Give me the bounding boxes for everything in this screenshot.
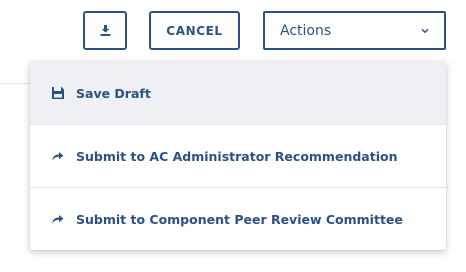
menu-item-label: Submit to AC Administrator Recommendatio… (76, 148, 398, 164)
menu-item-label: Submit to Component Peer Review Committe… (76, 211, 403, 227)
actions-menu: Save Draft Submit to AC Administrator Re… (30, 62, 446, 250)
download-button[interactable] (83, 11, 127, 50)
menu-item-submit-ac-admin[interactable]: Submit to AC Administrator Recommendatio… (30, 125, 446, 188)
actions-dropdown[interactable]: Actions (263, 11, 446, 50)
menu-item-label: Save Draft (76, 85, 151, 101)
download-icon (100, 25, 111, 36)
forward-arrow-icon (50, 148, 66, 164)
page: CANCEL Actions Save Draft Submit to AC A… (0, 0, 466, 272)
chevron-down-icon (420, 27, 430, 35)
actions-dropdown-label: Actions (280, 22, 332, 39)
save-icon (50, 85, 66, 101)
forward-arrow-icon (50, 211, 66, 227)
menu-item-submit-peer-review[interactable]: Submit to Component Peer Review Committe… (30, 188, 446, 250)
menu-item-save-draft[interactable]: Save Draft (30, 62, 446, 125)
cancel-button[interactable]: CANCEL (149, 11, 240, 50)
